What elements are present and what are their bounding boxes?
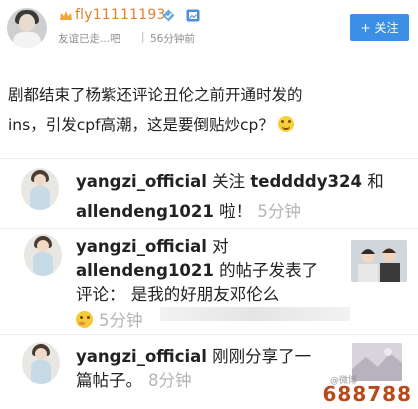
photo-album-icon[interactable] [186,9,200,22]
activity-time: 5分钟 [257,202,301,221]
activity-time: 5分钟 [99,311,143,330]
username[interactable]: fly11111193 [75,7,166,23]
user-signature: 友谊已走...吧 [58,33,121,45]
divider [0,334,418,335]
follow-label: 关注 [374,21,399,35]
crown-icon [60,11,72,20]
divider [0,228,418,229]
yangzi-avatar[interactable] [22,342,60,384]
follow-button[interactable]: + 关注 [350,14,409,41]
site-watermark: 688788 [322,382,412,406]
comment-text: 评论： 是我的好朋友邓伦么 [76,285,280,304]
mention-link[interactable]: allendeng1021 [76,202,214,221]
divider [0,158,418,159]
yangzi-avatar[interactable] [24,234,62,276]
verified-badge-icon [162,9,175,22]
user-avatar[interactable] [7,8,47,48]
post-thumbnail[interactable] [352,343,402,381]
post-line-1: 剧都结束了杨紫还评论丑伦之前开通时发的 [8,86,303,104]
thinking-emoji-icon [76,311,93,328]
post-time: 56分钟前 [150,33,195,45]
activity-item-follow: yangzi_official 关注 teddddy324 和 allenden… [76,172,384,221]
activity-username[interactable]: yangzi_official [76,237,207,256]
smile-emoji-icon [277,116,294,132]
yangzi-avatar[interactable] [21,168,59,210]
plus-icon: + [360,20,371,35]
mention-link[interactable]: teddddy324 [250,172,362,191]
activity-item-share: yangzi_official 刚刚分享了一 篇帖子。 8分钟 [76,347,312,390]
post-thumbnail[interactable] [351,240,407,282]
post-text: 剧都结束了杨紫还评论丑伦之前开通时发的 ins，引发cpf高潮，这是要倒贴炒cp… [8,80,413,140]
activity-username[interactable]: yangzi_official [76,172,207,191]
activity-time: 8分钟 [148,371,192,390]
mention-link[interactable]: allendeng1021 [76,261,214,280]
activity-username[interactable]: yangzi_official [76,347,207,366]
post-line-2: ins，引发cpf高潮，这是要倒贴炒cp？ [8,116,274,134]
separator: | [141,31,145,43]
blurred-text-overlay [160,307,350,321]
